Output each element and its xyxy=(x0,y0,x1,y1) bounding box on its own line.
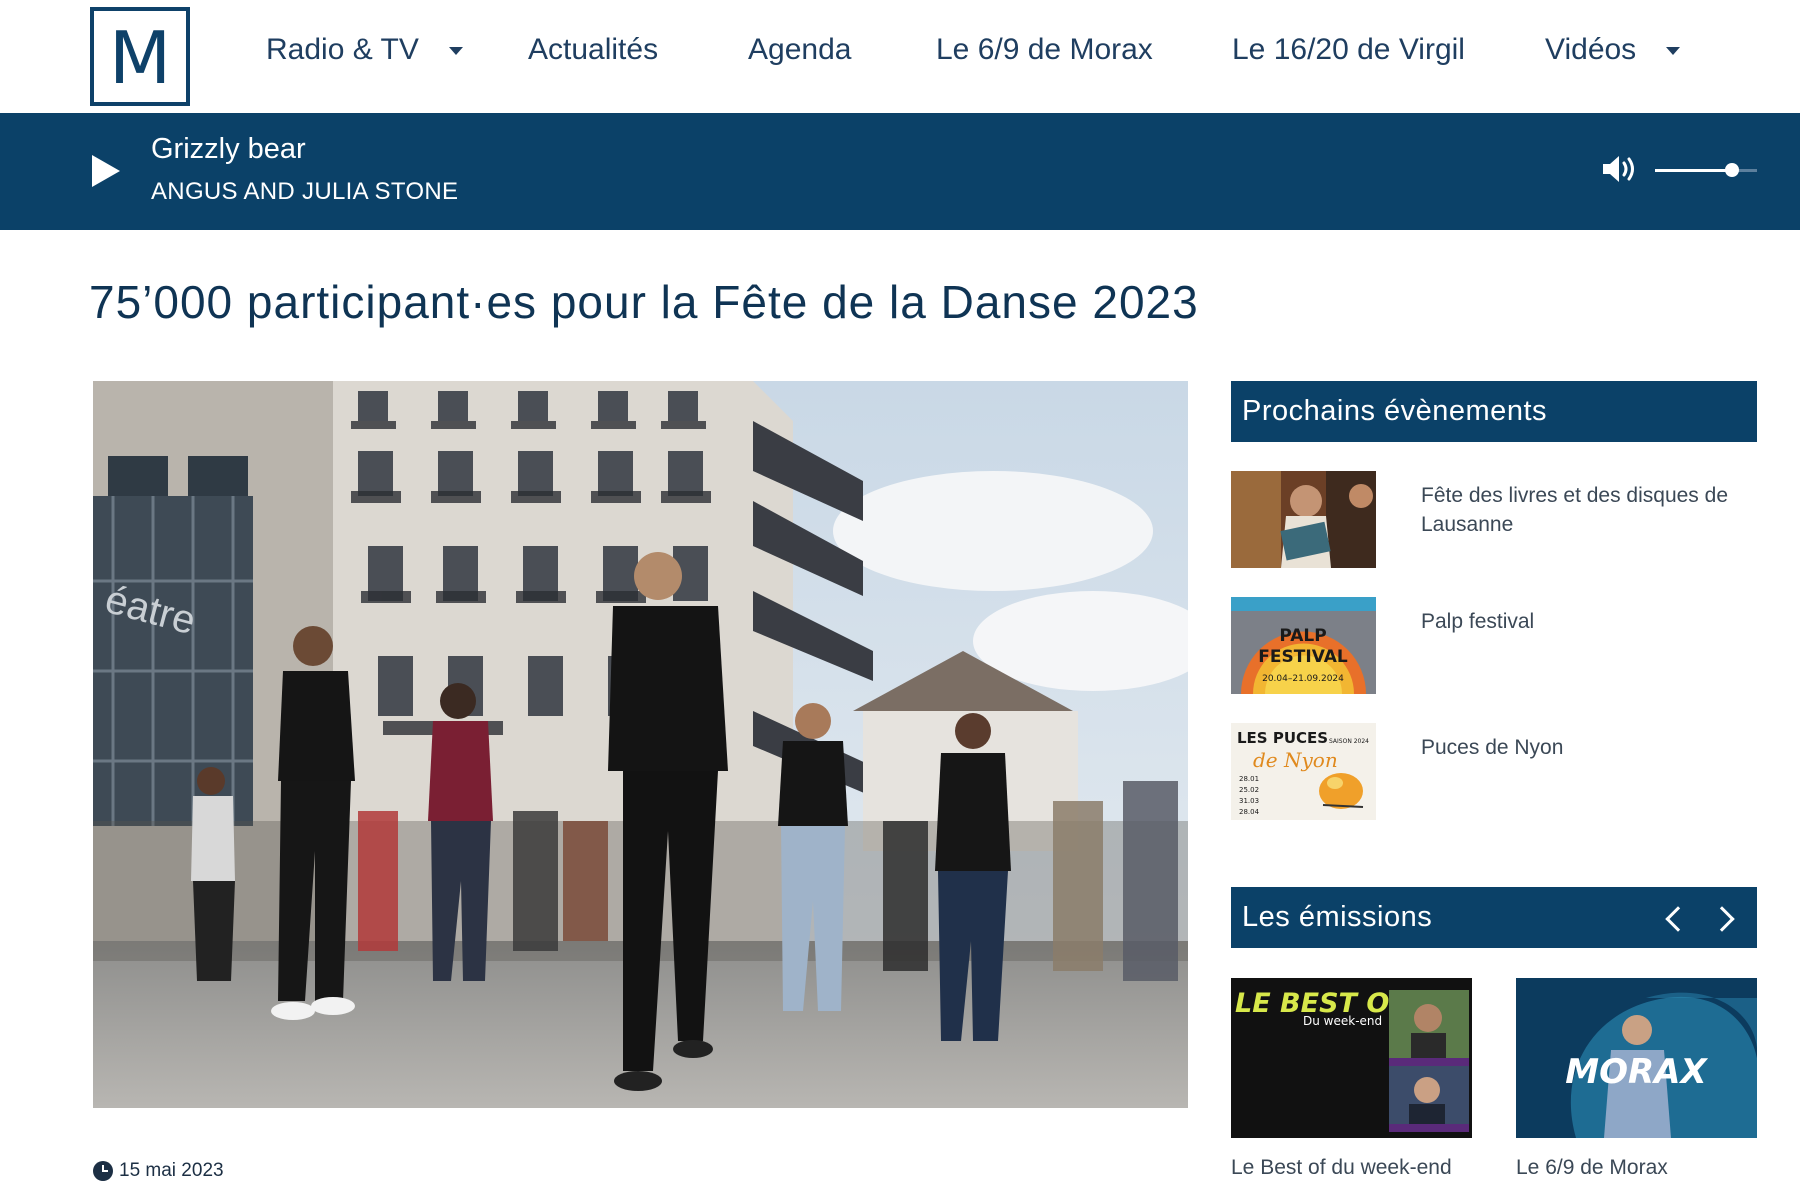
volume-icon[interactable] xyxy=(1601,153,1641,185)
show-thumbnail[interactable]: LE BEST OF Du week-end xyxy=(1231,978,1472,1138)
chevron-down-icon xyxy=(1666,47,1681,55)
event-thumbnail[interactable]: PALP FESTIVAL 20.04–21.09.2024 xyxy=(1231,597,1376,694)
nav-label: Vidéos xyxy=(1545,33,1637,66)
event-item-palp[interactable]: PALP FESTIVAL 20.04–21.09.2024 Palp fest… xyxy=(1231,597,1757,694)
shows-heading-label: Les émissions xyxy=(1242,901,1433,933)
morax-thumb-title: MORAX xyxy=(1565,1052,1708,1092)
nav-label: Le 16/20 de Virgil xyxy=(1232,33,1465,66)
morax-show-image: MORAX xyxy=(1516,978,1757,1138)
article-headline: 75’000 participant·es pour la Fête de la… xyxy=(89,276,1199,328)
shows-heading: Les émissions xyxy=(1231,887,1757,948)
puces-thumb-date: 28.01 xyxy=(1239,775,1259,783)
nav-agenda[interactable]: Agenda xyxy=(748,33,851,67)
nav-actualites[interactable]: Actualités xyxy=(528,33,658,67)
puces-thumb-subtitle: de Nyon xyxy=(1253,748,1338,772)
chevron-left-icon[interactable] xyxy=(1657,901,1691,935)
play-icon[interactable] xyxy=(92,155,120,187)
event-item-puces[interactable]: LES PUCES SAISON 2024 de Nyon 28.01 25.0… xyxy=(1231,723,1757,820)
logo-letter: M xyxy=(108,15,172,100)
nav-virgil[interactable]: Le 16/20 de Virgil xyxy=(1232,33,1465,67)
track-artist: Angus and Julia Stone xyxy=(151,178,459,205)
top-navigation: M Radio & TV Actualités Agenda Le 6/9 de… xyxy=(0,0,1800,113)
book-reader-image xyxy=(1231,471,1376,568)
palp-thumb-title: PALP xyxy=(1279,626,1326,646)
best-of-show-image: LE BEST OF Du week-end xyxy=(1231,978,1472,1138)
palp-festival-poster: PALP FESTIVAL 20.04–21.09.2024 xyxy=(1231,597,1376,694)
nav-label: Radio & TV xyxy=(266,33,419,66)
show-label[interactable]: Le Best of du week-end xyxy=(1231,1156,1472,1180)
show-card-best-of[interactable]: LE BEST OF Du week-end Le Best of du wee… xyxy=(1231,978,1472,1180)
palp-thumb-dates: 20.04–21.09.2024 xyxy=(1262,674,1344,684)
volume-slider[interactable] xyxy=(1655,163,1757,177)
date-text: 15 mai 2023 xyxy=(119,1160,224,1181)
event-thumbnail[interactable] xyxy=(1231,471,1376,568)
chevron-down-icon xyxy=(448,47,463,55)
article-date: 15 mai 2023 xyxy=(93,1160,224,1182)
dance-crowd-photo: éatre xyxy=(93,381,1188,1108)
article-hero-image: éatre xyxy=(93,381,1188,1108)
chevron-right-icon[interactable] xyxy=(1709,901,1743,935)
event-label[interactable]: Fête des livres et des disques de Lausan… xyxy=(1421,481,1751,539)
slider-fill xyxy=(1655,169,1732,172)
show-thumbnail[interactable]: MORAX xyxy=(1516,978,1757,1138)
event-thumbnail[interactable]: LES PUCES SAISON 2024 de Nyon 28.01 25.0… xyxy=(1231,723,1376,820)
puces-thumb-title: LES PUCES xyxy=(1237,729,1328,747)
nav-label: Agenda xyxy=(748,33,852,66)
clock-icon xyxy=(93,1161,113,1181)
nav-morax[interactable]: Le 6/9 de Morax xyxy=(936,33,1153,67)
palp-thumb-subtitle: FESTIVAL xyxy=(1258,647,1348,667)
slider-knob[interactable] xyxy=(1724,163,1739,177)
event-item-livres[interactable]: Fête des livres et des disques de Lausan… xyxy=(1231,471,1757,568)
track-title: Grizzly bear xyxy=(151,133,306,165)
puces-thumb-date: 31.03 xyxy=(1239,797,1259,805)
puces-thumb-season: SAISON 2024 xyxy=(1329,738,1369,745)
site-logo[interactable]: M xyxy=(90,7,190,106)
event-label[interactable]: Puces de Nyon xyxy=(1421,733,1751,762)
show-card-morax[interactable]: MORAX Le 6/9 de Morax xyxy=(1516,978,1757,1180)
puces-thumb-date: 25.02 xyxy=(1239,786,1259,794)
nav-radio-tv[interactable]: Radio & TV xyxy=(266,33,463,67)
show-label[interactable]: Le 6/9 de Morax xyxy=(1516,1156,1757,1180)
puces-thumb-date: 28.04 xyxy=(1239,808,1260,816)
events-heading: Prochains évènements xyxy=(1231,381,1757,442)
audio-player: Grizzly bear Angus and Julia Stone xyxy=(0,113,1800,230)
event-label[interactable]: Palp festival xyxy=(1421,607,1751,636)
carousel-controls xyxy=(1657,901,1743,935)
nav-videos[interactable]: Vidéos xyxy=(1545,33,1681,67)
puces-nyon-poster: LES PUCES SAISON 2024 de Nyon 28.01 25.0… xyxy=(1231,723,1376,820)
best-of-thumb-subtitle: Du week-end xyxy=(1303,1014,1382,1028)
nav-label: Le 6/9 de Morax xyxy=(936,33,1153,66)
nav-label: Actualités xyxy=(528,33,659,66)
